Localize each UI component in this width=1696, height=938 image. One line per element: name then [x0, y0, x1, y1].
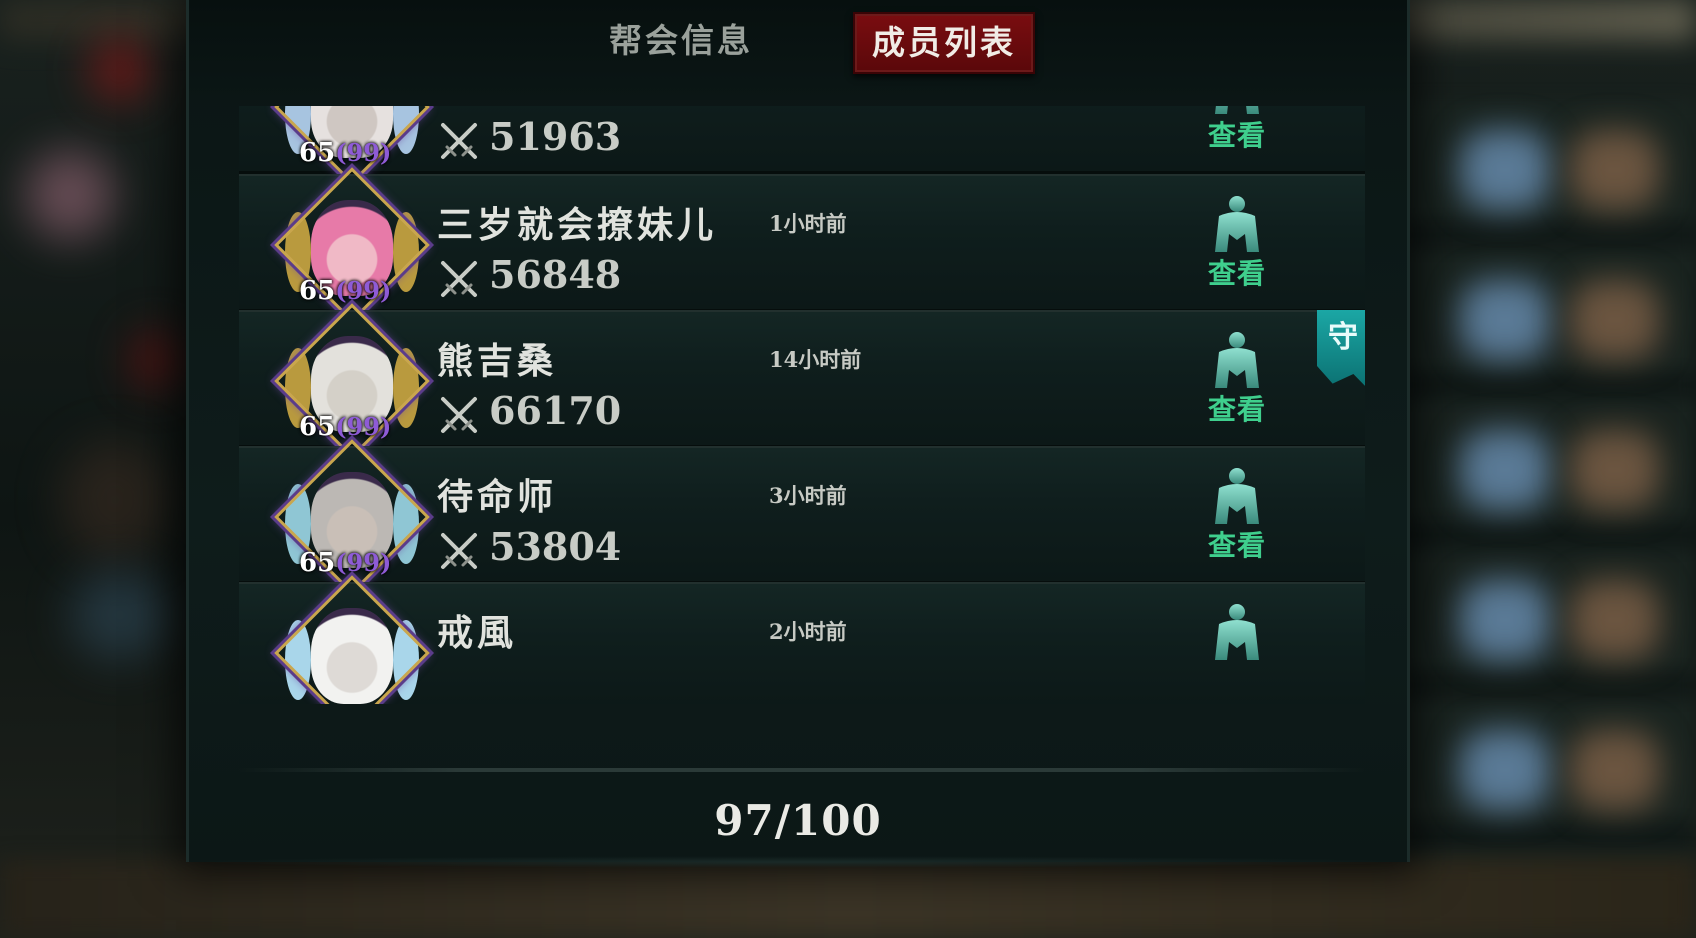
- member-row[interactable]: 65(99) 三岁就会撩妹儿 1小时前 56848 查看: [239, 167, 1365, 323]
- level-value: 65: [299, 276, 336, 306]
- star-value: 99: [346, 138, 380, 167]
- member-row[interactable]: 65(99) 熊吉桑 14小时前 66170 查看 守: [239, 303, 1365, 459]
- member-name: 三岁就会撩妹儿: [437, 204, 718, 246]
- star-value: 99: [346, 412, 380, 441]
- view-member-button[interactable]: 查看: [1197, 106, 1277, 156]
- crossed-swords-icon: [437, 119, 481, 163]
- star-close-paren: ): [379, 548, 392, 577]
- background-pink-emblem: [25, 150, 115, 240]
- view-label: 查看: [1207, 257, 1266, 290]
- level-value: 65: [299, 138, 336, 168]
- avatar-portrait: [311, 608, 393, 704]
- background-bottom-bar: [0, 860, 1696, 938]
- guild-panel: 帮会信息 成员列表 65(99) 51963 查看 65(99) 三岁就会撩妹儿 1小时前…: [186, 0, 1410, 868]
- background-cell-2a: [1460, 280, 1550, 360]
- background-cell-4b: [1570, 580, 1660, 660]
- background-cell-3a: [1460, 430, 1550, 510]
- member-last-online: 14小时前: [769, 347, 862, 372]
- view-member-button[interactable]: 查看: [1197, 330, 1277, 430]
- level-value: 65: [299, 412, 336, 442]
- star-open-paren: (: [335, 548, 347, 577]
- background-cell-5a: [1460, 730, 1550, 810]
- character-silhouette-icon: [1209, 194, 1265, 258]
- guard-badge: 守: [1317, 310, 1365, 390]
- view-label: 查看: [1207, 393, 1266, 426]
- crossed-swords-icon: [437, 257, 481, 301]
- power-value: 51963: [489, 114, 622, 159]
- avatar-level: 65(99): [299, 276, 391, 306]
- crossed-swords-icon: [437, 529, 481, 573]
- star-close-paren: ): [379, 138, 392, 167]
- member-row[interactable]: 戒風 2小时前: [239, 575, 1365, 704]
- background-card-b: [70, 570, 170, 660]
- member-power: 51963: [437, 114, 622, 159]
- footer-divider: [239, 768, 1365, 772]
- star-open-paren: (: [335, 138, 347, 167]
- star-open-paren: (: [335, 412, 347, 441]
- tab-bar: 帮会信息 成员列表: [189, 0, 1407, 100]
- member-power: 56848: [437, 252, 622, 297]
- background-cell-1b: [1570, 130, 1660, 210]
- member-power: 53804: [437, 524, 622, 569]
- character-silhouette-icon: [1209, 602, 1265, 666]
- member-name: 熊吉桑: [437, 340, 558, 382]
- member-power: 66170: [437, 388, 622, 433]
- member-last-online: 1小时前: [769, 211, 847, 236]
- star-close-paren: ): [379, 412, 392, 441]
- view-member-button[interactable]: [1197, 602, 1277, 702]
- star-open-paren: (: [335, 276, 347, 305]
- crossed-swords-icon: [437, 393, 481, 437]
- view-member-button[interactable]: 查看: [1197, 194, 1277, 294]
- view-label: 查看: [1207, 119, 1266, 152]
- view-member-button[interactable]: 查看: [1197, 466, 1277, 566]
- tab-guild-info[interactable]: 帮会信息: [601, 12, 761, 70]
- tab-member-list[interactable]: 成员列表: [853, 12, 1035, 74]
- member-count: 97/100: [714, 796, 882, 845]
- background-red-glow: [130, 330, 180, 390]
- member-avatar[interactable]: 65(99): [274, 106, 430, 185]
- power-value: 66170: [489, 388, 622, 433]
- character-silhouette-icon: [1209, 330, 1265, 394]
- background-cell-5b: [1570, 730, 1660, 810]
- star-close-paren: ): [379, 276, 392, 305]
- member-avatar[interactable]: 65(99): [274, 303, 430, 459]
- view-label: 查看: [1207, 529, 1266, 562]
- member-name: 待命师: [437, 476, 558, 518]
- member-avatar[interactable]: [274, 575, 430, 704]
- character-silhouette-icon: [1209, 466, 1265, 530]
- member-avatar[interactable]: 65(99): [274, 167, 430, 323]
- background-cell-1a: [1460, 130, 1550, 210]
- avatar-level: 65(99): [299, 412, 391, 442]
- member-avatar[interactable]: 65(99): [274, 439, 430, 595]
- background-cell-3b: [1570, 430, 1660, 510]
- power-value: 56848: [489, 252, 622, 297]
- avatar-level: 65(99): [299, 548, 391, 578]
- member-name: 戒風: [437, 612, 518, 654]
- member-row[interactable]: 65(99) 待命师 3小时前 53804 查看: [239, 439, 1365, 595]
- member-row[interactable]: 65(99) 51963 查看: [239, 106, 1365, 185]
- member-last-online: 3小时前: [769, 483, 847, 508]
- background-red-emblem: [90, 40, 150, 100]
- background-cell-4a: [1460, 580, 1550, 660]
- star-value: 99: [346, 548, 380, 577]
- background-card-a: [60, 440, 170, 560]
- member-list[interactable]: 65(99) 51963 查看 65(99) 三岁就会撩妹儿 1小时前 56848 查看 65(…: [239, 106, 1365, 704]
- character-silhouette-icon: [1209, 106, 1265, 120]
- background-cell-2b: [1570, 280, 1660, 360]
- member-last-online: 2小时前: [769, 619, 847, 644]
- level-value: 65: [299, 548, 336, 578]
- power-value: 53804: [489, 524, 622, 569]
- avatar-level: 65(99): [299, 138, 391, 168]
- star-value: 99: [346, 276, 380, 305]
